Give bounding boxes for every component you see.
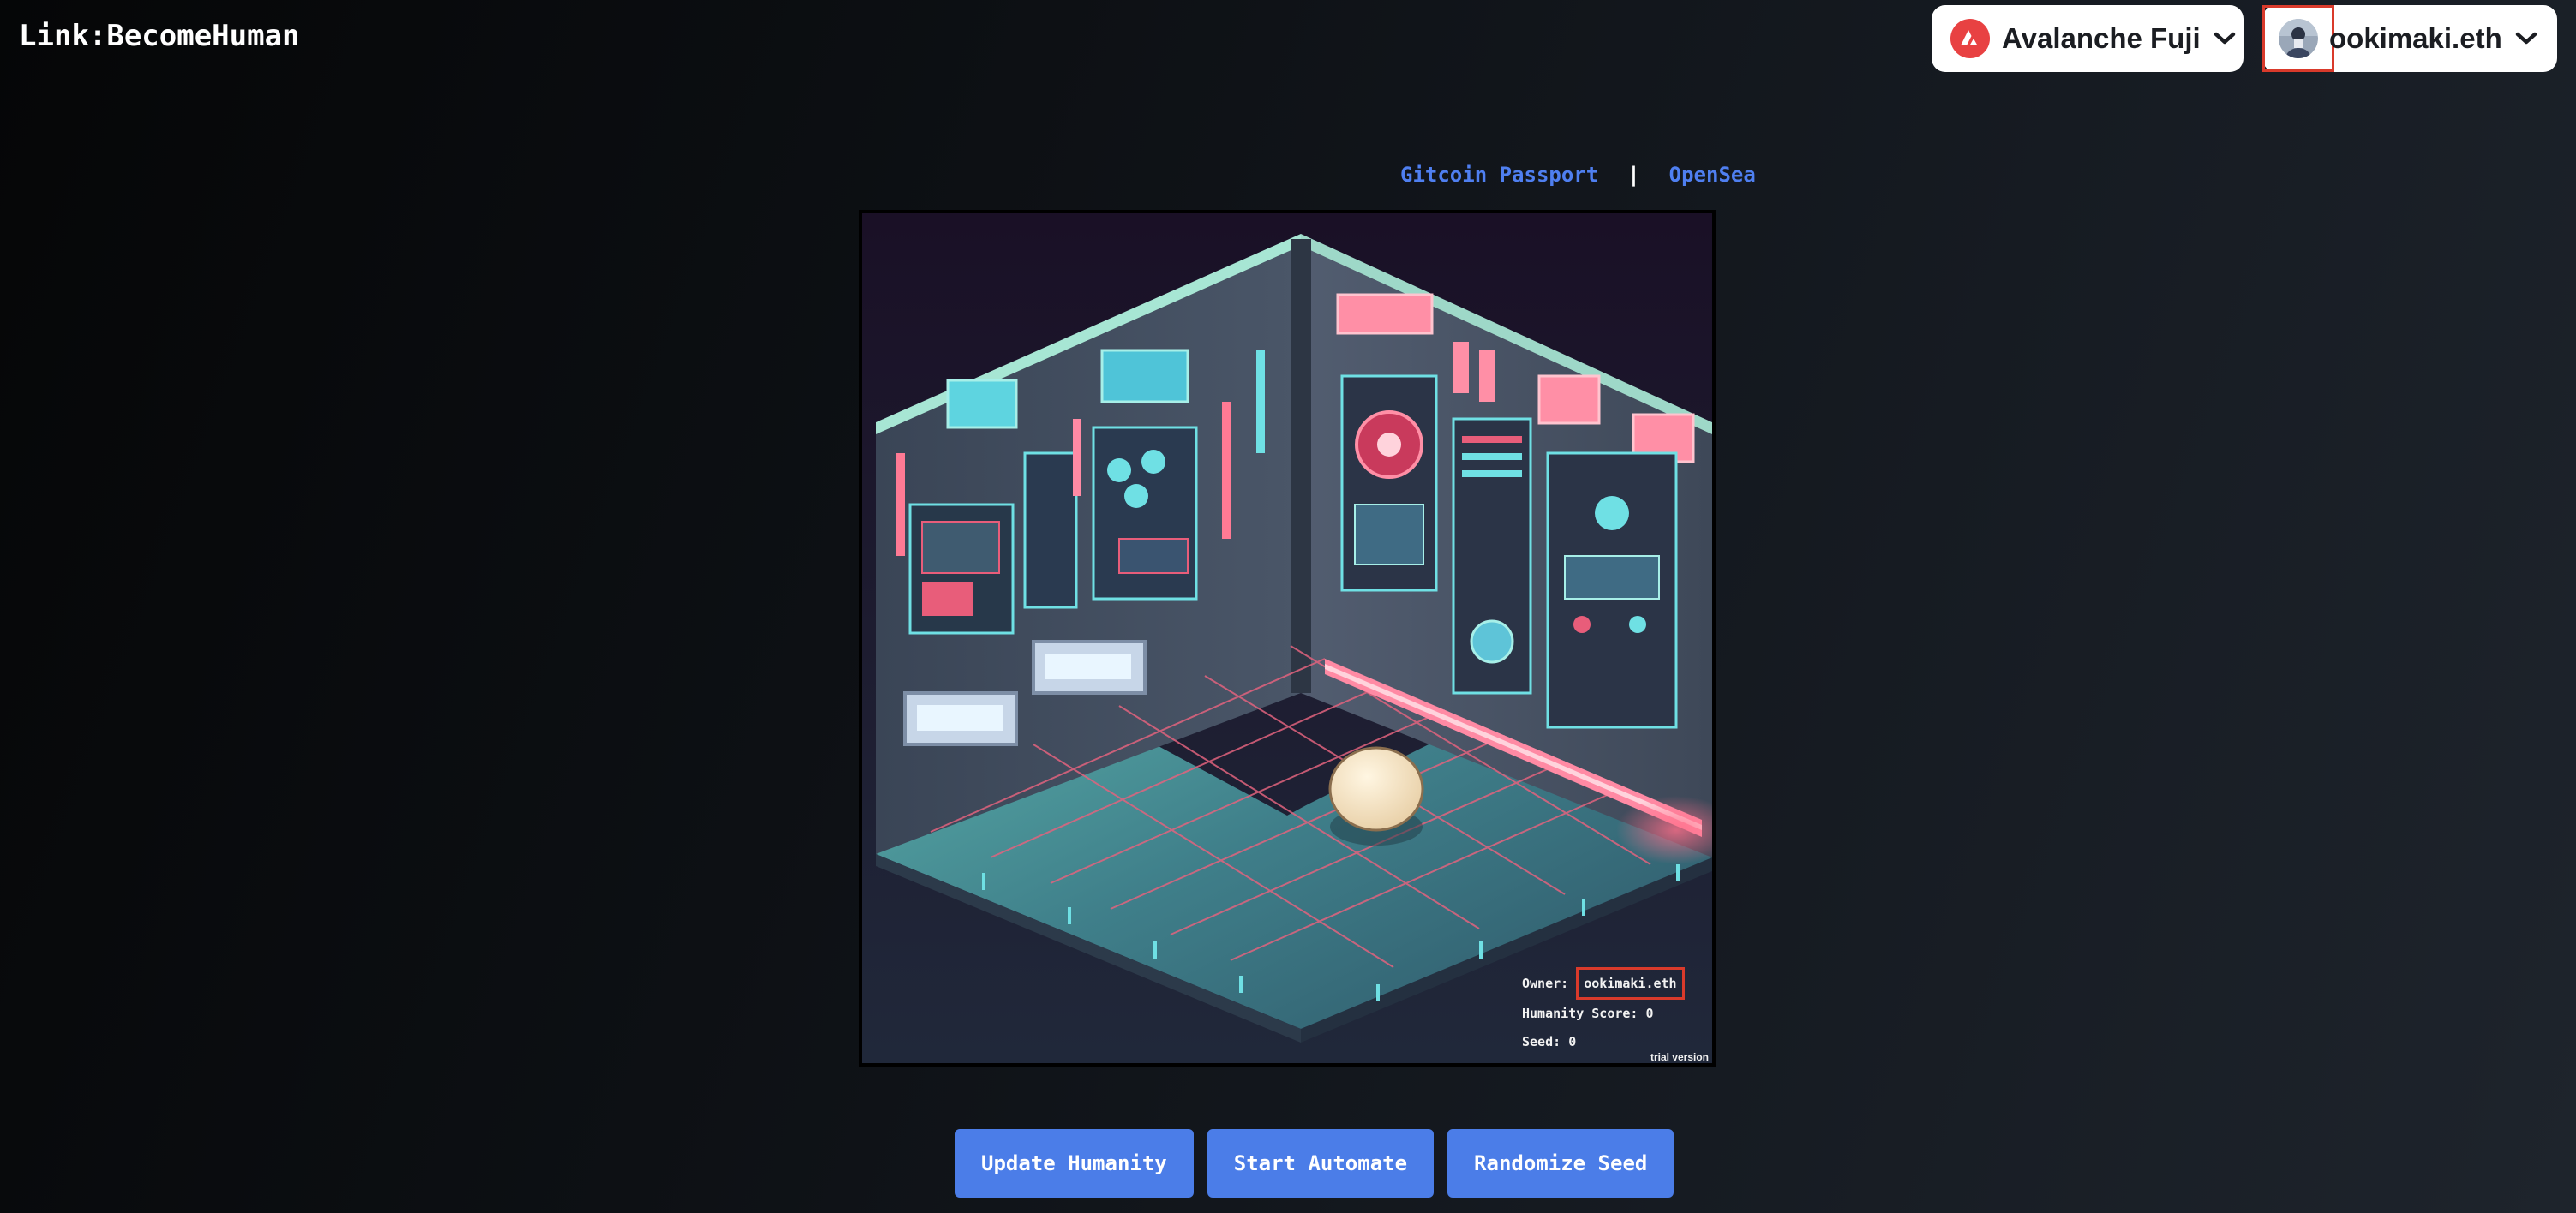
nft-artwork: Owner: ookimaki.eth Humanity Score: 0 Se… (859, 210, 1716, 1067)
nft-info-overlay: Owner: ookimaki.eth Humanity Score: 0 Se… (1522, 967, 1685, 1056)
seed-label: Seed: (1522, 1034, 1561, 1049)
avatar-highlight[interactable] (2262, 5, 2334, 72)
humanity-score-value: 0 (1645, 1006, 1654, 1021)
update-humanity-button[interactable]: Update Humanity (955, 1129, 1194, 1198)
humanity-score-label: Humanity Score: (1522, 1006, 1638, 1021)
link-separator: | (1627, 163, 1640, 187)
action-bar: Update Humanity Start Automate Randomize… (955, 1129, 1674, 1198)
account-selector[interactable]: ookimaki.eth (2262, 5, 2557, 72)
owner-label: Owner: (1522, 976, 1569, 991)
gitcoin-passport-link[interactable]: Gitcoin Passport (1400, 163, 1598, 187)
opensea-link[interactable]: OpenSea (1669, 163, 1756, 187)
pixel-room-illustration (862, 213, 1712, 1063)
network-selector[interactable]: Avalanche Fuji (1932, 5, 2244, 72)
owner-value: ookimaki.eth (1576, 967, 1685, 1000)
humanity-score-row: Humanity Score: 0 (1522, 1000, 1685, 1028)
chevron-down-icon (2514, 31, 2538, 46)
start-automate-button[interactable]: Start Automate (1207, 1129, 1435, 1198)
chevron-down-icon (2213, 31, 2237, 46)
seed-value: 0 (1568, 1034, 1577, 1049)
avatar (2279, 19, 2318, 58)
account-label: ookimaki.eth (2329, 22, 2502, 54)
owner-row: Owner: ookimaki.eth (1522, 967, 1685, 1000)
avalanche-logo-icon (1950, 19, 1990, 58)
randomize-seed-button[interactable]: Randomize Seed (1447, 1129, 1674, 1198)
app-title: Link:BecomeHuman (19, 19, 300, 53)
network-label: Avalanche Fuji (2002, 22, 2201, 54)
trial-watermark: trial version (1650, 1051, 1709, 1063)
external-links: Gitcoin Passport | OpenSea (1400, 163, 1756, 187)
